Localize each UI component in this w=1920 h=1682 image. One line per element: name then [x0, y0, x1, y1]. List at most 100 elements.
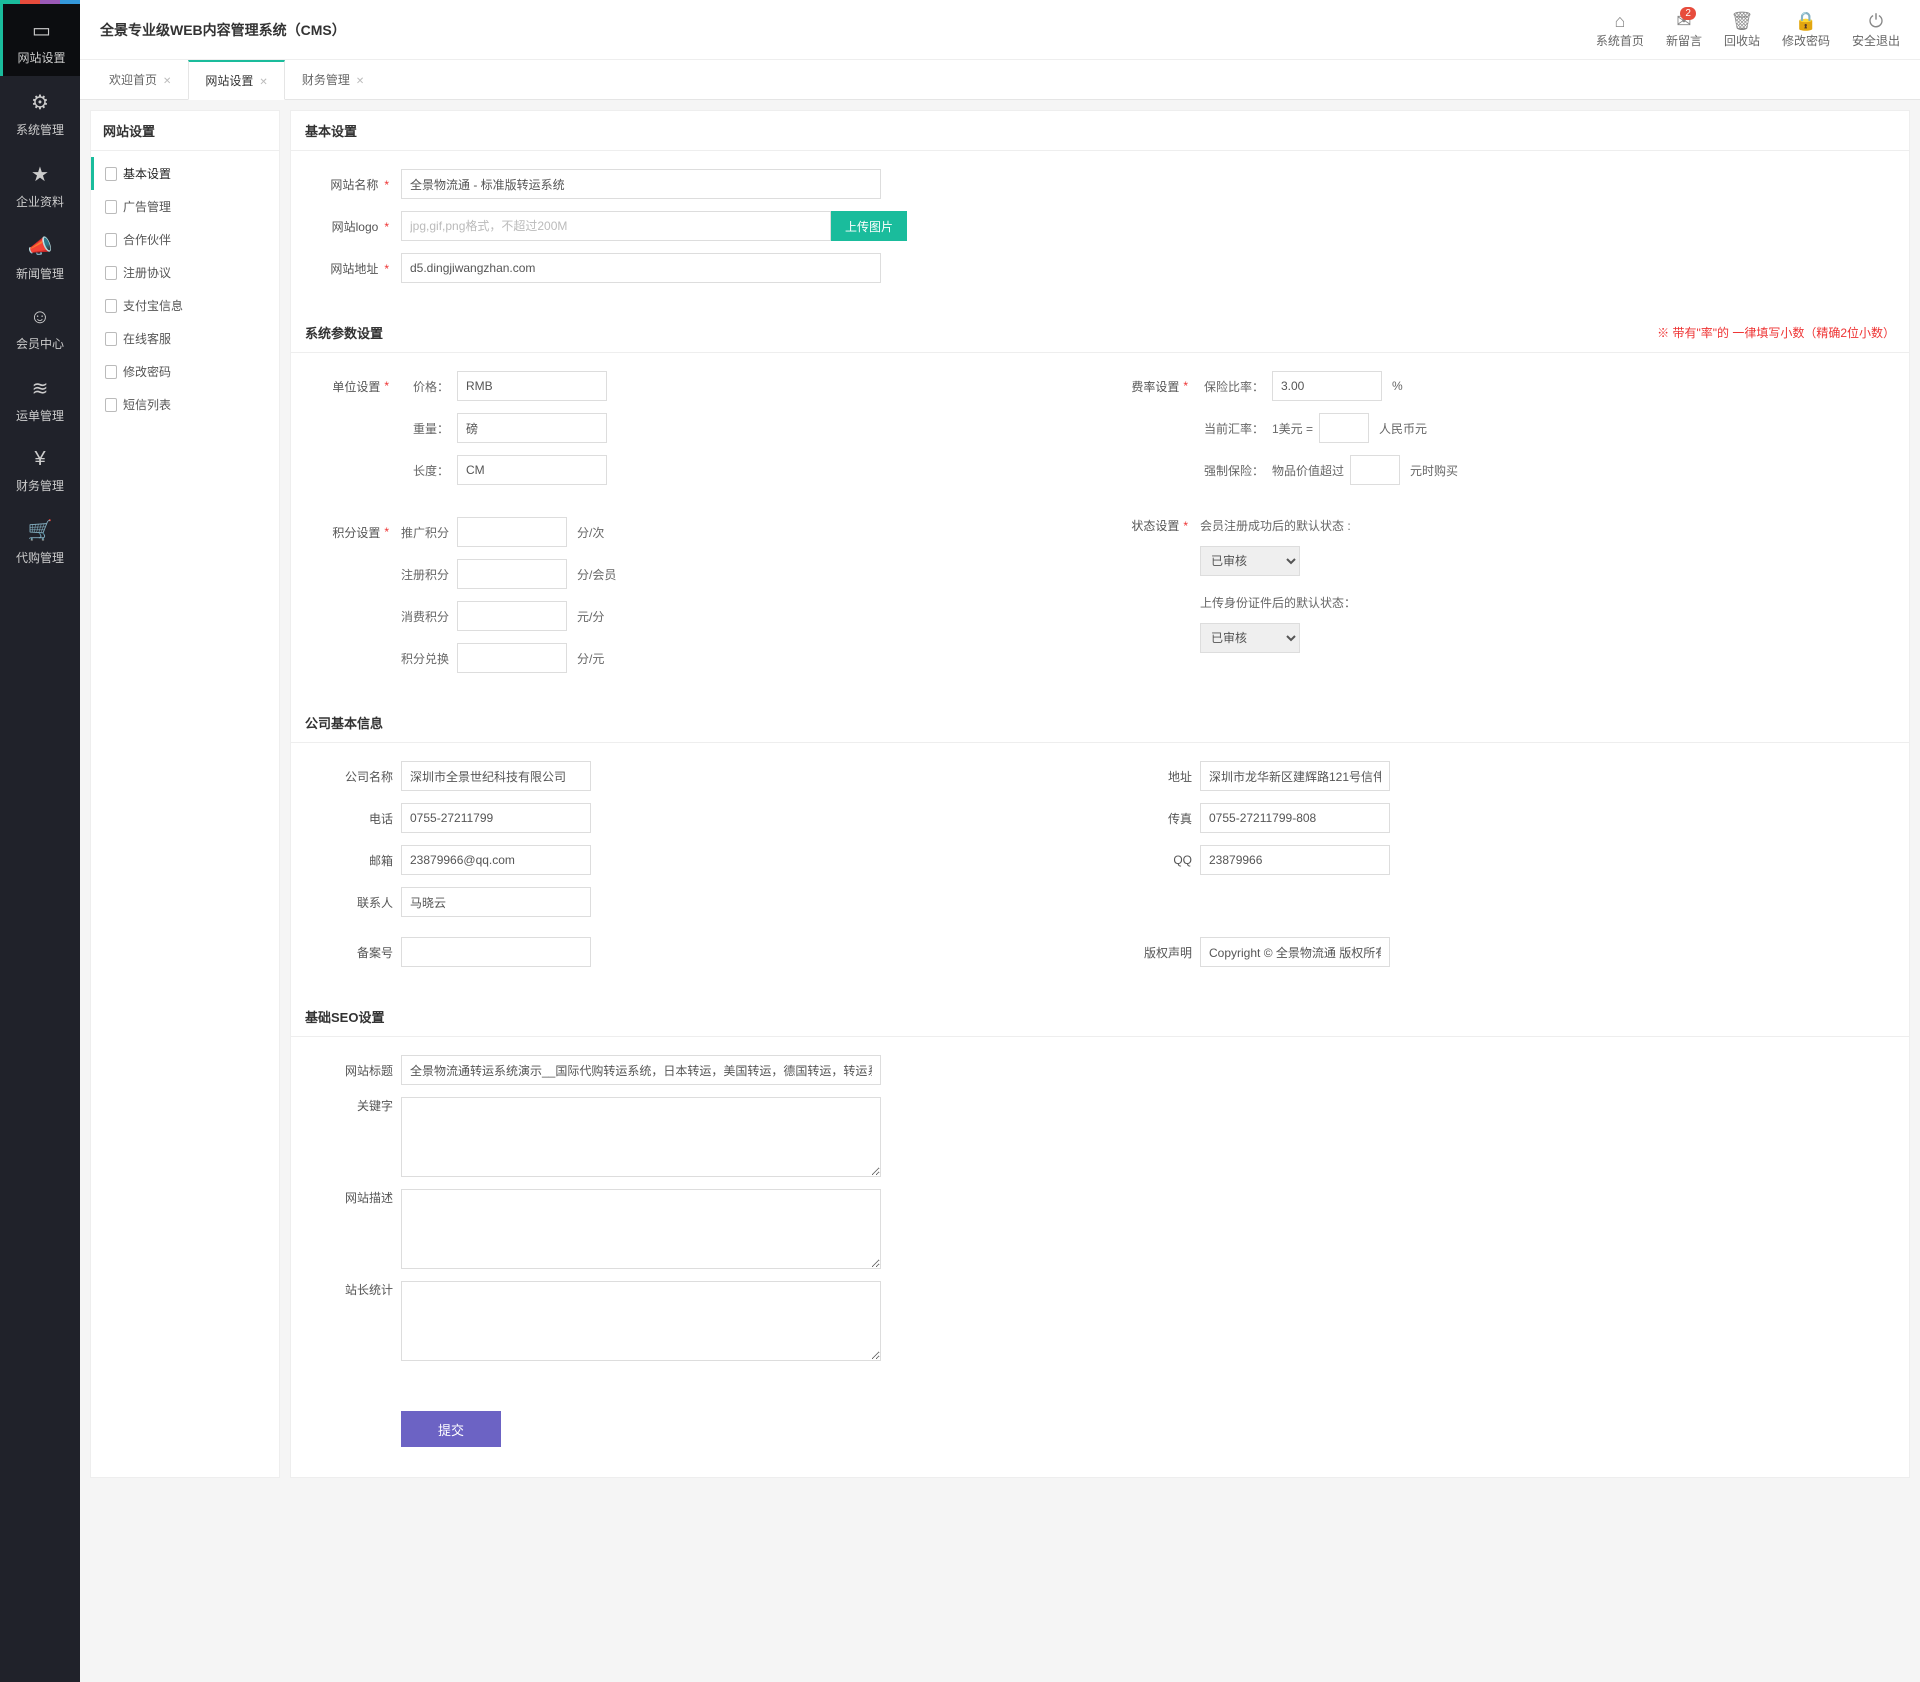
section-basic-title: 基本设置: [305, 121, 357, 140]
left-nav: ▭网站设置⚙系统管理 ★ 企业资料 📣 新闻管理 ☺会员中心≋运单管理¥财务管理🛒代购管理: [0, 0, 80, 1682]
nav-company-label: 企业资料: [16, 195, 64, 209]
sp-alipay[interactable]: 支付宝信息: [91, 289, 279, 322]
sp-sms[interactable]: 短信列表: [91, 388, 279, 421]
length-unit-input[interactable]: [457, 455, 607, 485]
nav-system-icon: ⚙: [0, 90, 80, 115]
change-pwd-link[interactable]: 🔒修改密码: [1782, 11, 1830, 49]
nav-member[interactable]: ☺会员中心: [0, 292, 80, 362]
nav-purchase[interactable]: 🛒代购管理: [0, 504, 80, 576]
addr-input[interactable]: [1200, 761, 1390, 791]
tel-input[interactable]: [401, 803, 591, 833]
p-promo-input[interactable]: [457, 517, 567, 547]
fax-input[interactable]: [1200, 803, 1390, 833]
fx-rate-input[interactable]: [1319, 413, 1369, 443]
sp-reg[interactable]: 注册协议: [91, 256, 279, 289]
site-name-input[interactable]: [401, 169, 881, 199]
recycle-link-label: 回收站: [1724, 34, 1760, 48]
tab-site-close-icon[interactable]: ✕: [259, 77, 267, 88]
icp-label: 备案号: [321, 944, 401, 961]
tab-finance-close-icon[interactable]: ✕: [356, 76, 364, 87]
tab-welcome-close-icon[interactable]: ✕: [163, 76, 171, 87]
content-panel: 基本设置 网站名称* 网站logo* 上传图片 网站地址*: [290, 110, 1910, 1478]
nav-company-icon: ★: [0, 162, 80, 187]
sp-basic-label: 基本设置: [123, 165, 171, 182]
status-reg-select[interactable]: 已审核: [1200, 546, 1300, 576]
nav-finance[interactable]: ¥财务管理: [0, 434, 80, 504]
seo-stats-textarea[interactable]: [401, 1281, 881, 1361]
p-promo-suffix: 分/次: [577, 524, 604, 541]
nav-finance-label: 财务管理: [16, 479, 64, 493]
qq-input[interactable]: [1200, 845, 1390, 875]
new-message-link[interactable]: 2✉新留言: [1666, 11, 1702, 49]
section-seo-head: 基础SEO设置: [291, 997, 1909, 1037]
sp-cs[interactable]: 在线客服: [91, 322, 279, 355]
site-url-input[interactable]: [401, 253, 881, 283]
nav-member-label: 会员中心: [16, 337, 64, 351]
logout-link[interactable]: ⏻安全退出: [1852, 11, 1900, 49]
sp-pwd[interactable]: 修改密码: [91, 355, 279, 388]
side-panel-title: 网站设置: [91, 111, 279, 151]
nav-system[interactable]: ⚙系统管理: [0, 76, 80, 148]
status-id-select[interactable]: 已审核: [1200, 623, 1300, 653]
p-redeem-label: 积分兑换: [401, 650, 457, 667]
tab-finance-label: 财务管理: [302, 73, 350, 87]
icp-input[interactable]: [401, 937, 591, 967]
seo-kw-textarea[interactable]: [401, 1097, 881, 1177]
force-ins-input[interactable]: [1350, 455, 1400, 485]
document-icon: [105, 233, 117, 247]
force-ins-label: 强制保险：: [1200, 462, 1272, 479]
document-icon: [105, 200, 117, 214]
tab-finance[interactable]: 财务管理 ✕: [285, 60, 381, 99]
nav-news-label: 新闻管理: [16, 267, 64, 281]
tab-bar: 欢迎首页✕ 网站设置 ✕ 财务管理 ✕: [80, 60, 1920, 100]
seo-stats-label: 站长统计: [321, 1281, 401, 1298]
p-redeem-input[interactable]: [457, 643, 567, 673]
submit-button[interactable]: 提交: [401, 1411, 501, 1447]
header: 全景专业级WEB内容管理系统（CMS） ⌂系统首页2✉新留言🗑回收站🔒修改密码⏻…: [80, 0, 1920, 60]
p-promo-label: 推广积分: [401, 524, 457, 541]
seo-desc-textarea[interactable]: [401, 1189, 881, 1269]
sp-partner-label: 合作伙伴: [123, 231, 171, 248]
sp-basic[interactable]: 基本设置: [91, 157, 279, 190]
p-reg-input[interactable]: [457, 559, 567, 589]
tab-site[interactable]: 网站设置 ✕: [188, 60, 284, 100]
mail-input[interactable]: [401, 845, 591, 875]
section-company-head: 公司基本信息: [291, 703, 1909, 743]
status-id-label: 上传身份证件后的默认状态：: [1200, 594, 1356, 611]
nav-site[interactable]: ▭网站设置: [0, 4, 80, 76]
logo-label: 网站logo: [332, 220, 379, 234]
tab-welcome[interactable]: 欢迎首页✕: [92, 60, 188, 99]
tab-site-label: 网站设置: [205, 74, 253, 88]
insurance-rate-input[interactable]: [1272, 371, 1382, 401]
p-spend-suffix: 元/分: [577, 608, 604, 625]
mail-label: 邮箱: [321, 852, 401, 869]
document-icon: [105, 365, 117, 379]
weight-unit-input[interactable]: [457, 413, 607, 443]
tel-label: 电话: [321, 810, 401, 827]
section-seo-title: 基础SEO设置: [305, 1007, 384, 1026]
nav-waybill[interactable]: ≋运单管理: [0, 362, 80, 434]
recycle-link[interactable]: 🗑 回收站: [1724, 11, 1760, 49]
p-spend-input[interactable]: [457, 601, 567, 631]
home-link[interactable]: ⌂系统首页: [1596, 11, 1644, 49]
status-reg-label: 会员注册成功后的默认状态 :: [1200, 517, 1351, 534]
upload-logo-button[interactable]: 上传图片: [831, 211, 907, 241]
company-name-input[interactable]: [401, 761, 591, 791]
p-spend-label: 消费积分: [401, 608, 457, 625]
sp-cs-label: 在线客服: [123, 330, 171, 347]
copyright-input[interactable]: [1200, 937, 1390, 967]
sp-partner[interactable]: 合作伙伴: [91, 223, 279, 256]
new-message-link-label: 新留言: [1666, 34, 1702, 48]
seo-title-input[interactable]: [401, 1055, 881, 1085]
price-unit-input[interactable]: [457, 371, 607, 401]
nav-news-icon: 📣: [0, 234, 80, 259]
logo-input[interactable]: [401, 211, 831, 241]
sp-pwd-label: 修改密码: [123, 363, 171, 380]
url-label: 网站地址: [330, 262, 378, 276]
nav-news[interactable]: 📣 新闻管理: [0, 220, 80, 292]
nav-company[interactable]: ★ 企业资料: [0, 148, 80, 220]
fax-label: 传真: [1120, 810, 1200, 827]
contact-input[interactable]: [401, 887, 591, 917]
recycle-link-icon: 🗑: [1724, 11, 1760, 32]
sp-ads[interactable]: 广告管理: [91, 190, 279, 223]
